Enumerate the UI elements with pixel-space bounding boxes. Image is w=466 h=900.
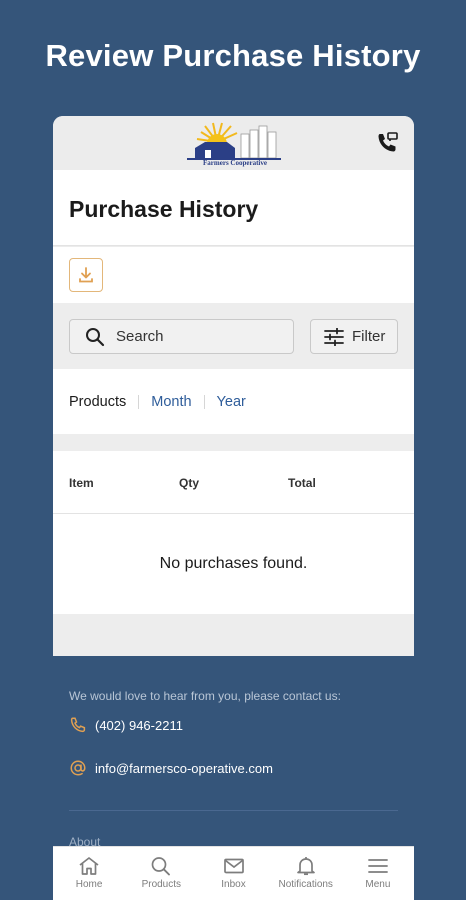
empty-state-message: No purchases found. bbox=[53, 514, 414, 614]
nav-label: Menu bbox=[365, 879, 391, 890]
footer-divider bbox=[69, 810, 398, 811]
table-header: Item Qty Total bbox=[53, 451, 414, 514]
nav-label: Notifications bbox=[278, 879, 333, 890]
search-placeholder: Search bbox=[116, 328, 164, 345]
logo-text: Farmers Cooperative bbox=[203, 159, 267, 167]
home-icon bbox=[79, 857, 99, 875]
filter-label: Filter bbox=[352, 328, 386, 345]
mail-icon bbox=[223, 858, 244, 874]
nav-label: Inbox bbox=[221, 879, 246, 890]
tab-products[interactable]: Products bbox=[69, 394, 126, 410]
section-gap bbox=[53, 614, 414, 656]
nav-inbox[interactable]: Inbox bbox=[197, 847, 269, 900]
contact-email-link[interactable]: info@farmersco-operative.com bbox=[69, 759, 273, 777]
grouping-tabs: Products Month Year bbox=[53, 369, 414, 434]
bottom-nav: Home Products Inbox Notifications Menu bbox=[53, 846, 414, 900]
page-title: Purchase History bbox=[69, 196, 259, 222]
page-title-card: Purchase History bbox=[53, 170, 414, 246]
bell-icon bbox=[296, 857, 315, 876]
search-row: Search Filter bbox=[53, 303, 414, 369]
export-row bbox=[53, 247, 414, 303]
farmers-cooperative-logo[interactable]: Farmers Cooperative bbox=[187, 122, 281, 168]
at-sign-icon bbox=[70, 760, 86, 776]
promo-title: Review Purchase History bbox=[45, 38, 421, 73]
filter-button[interactable]: Filter bbox=[310, 319, 398, 354]
contact-phone: (402) 946-2211 bbox=[95, 717, 183, 733]
column-header-total[interactable]: Total bbox=[288, 476, 316, 490]
menu-icon bbox=[368, 859, 388, 873]
app-header: Farmers Cooperative bbox=[53, 116, 414, 170]
nav-notifications[interactable]: Notifications bbox=[270, 847, 342, 900]
download-button[interactable] bbox=[69, 258, 103, 292]
phone-icon bbox=[70, 717, 86, 733]
download-icon bbox=[79, 267, 93, 283]
nav-label: Products bbox=[141, 879, 182, 890]
phone-screen: Farmers Cooperative Purchase History Sea… bbox=[53, 116, 414, 900]
search-icon bbox=[151, 857, 171, 876]
tab-year[interactable]: Year bbox=[217, 394, 246, 410]
search-icon bbox=[86, 327, 105, 346]
sliders-icon bbox=[324, 327, 344, 346]
phone-call-icon[interactable] bbox=[374, 130, 400, 156]
nav-label: Home bbox=[75, 879, 103, 890]
section-gap bbox=[53, 434, 414, 451]
nav-products[interactable]: Products bbox=[125, 847, 197, 900]
tab-divider bbox=[203, 394, 205, 409]
column-header-item[interactable]: Item bbox=[69, 476, 94, 490]
nav-home[interactable]: Home bbox=[53, 847, 125, 900]
tab-month[interactable]: Month bbox=[151, 394, 191, 410]
contact-footer: We would love to hear from you, please c… bbox=[53, 656, 414, 849]
contact-phone-link[interactable]: (402) 946-2211 bbox=[69, 716, 183, 734]
search-input[interactable]: Search bbox=[69, 319, 294, 354]
contact-email: info@farmersco-operative.com bbox=[95, 760, 273, 776]
nav-menu[interactable]: Menu bbox=[342, 847, 414, 900]
column-header-qty[interactable]: Qty bbox=[179, 476, 199, 490]
tab-divider bbox=[138, 394, 140, 409]
contact-intro: We would love to hear from you, please c… bbox=[69, 689, 341, 703]
